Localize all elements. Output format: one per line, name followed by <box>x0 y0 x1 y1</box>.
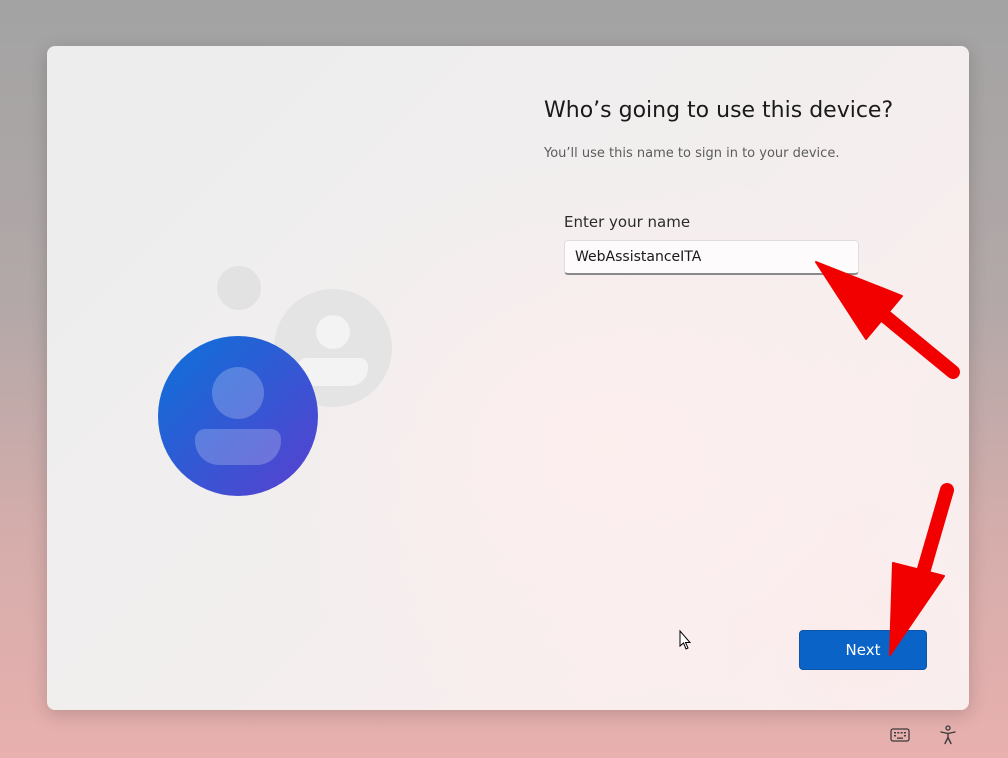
setup-dialog: Who’s going to use this device? You’ll u… <box>47 46 969 710</box>
user-avatar-icon <box>158 336 318 496</box>
name-field-label: Enter your name <box>564 213 691 231</box>
page-title: Who’s going to use this device? <box>544 98 894 123</box>
accessibility-icon[interactable] <box>936 723 960 747</box>
keyboard-icon[interactable] <box>888 723 912 747</box>
name-input[interactable] <box>564 240 859 275</box>
next-button[interactable]: Next <box>799 630 927 670</box>
page-subtitle: You’ll use this name to sign in to your … <box>544 146 840 161</box>
user-avatar-illustration <box>158 266 392 496</box>
small-dot-icon <box>217 266 261 310</box>
